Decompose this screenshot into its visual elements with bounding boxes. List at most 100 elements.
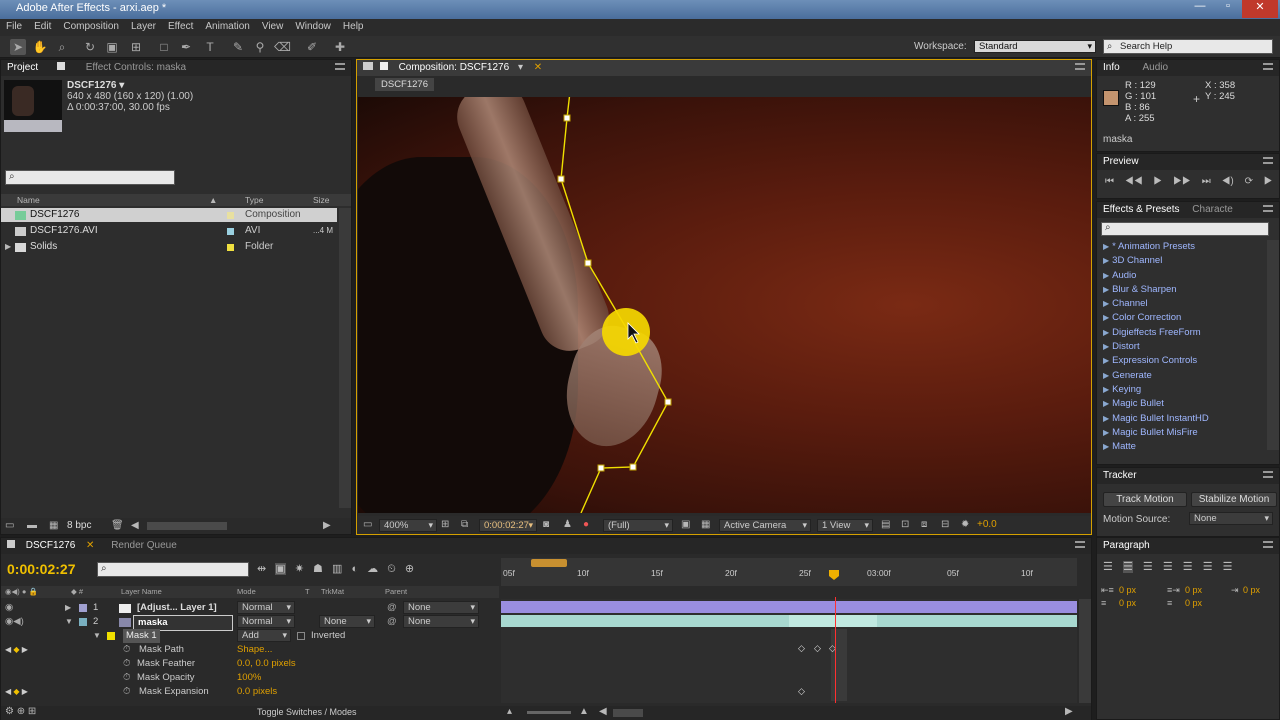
workspace-dropdown[interactable]: Standard — [974, 40, 1096, 53]
mask-name[interactable]: Mask 1 — [123, 629, 160, 643]
effects-category[interactable]: ▶ Blur & Sharpen — [1097, 283, 1265, 297]
panel-menu-icon[interactable] — [1075, 541, 1085, 548]
mask-mode-dropdown[interactable]: Add — [237, 629, 291, 642]
col-t[interactable]: T — [305, 586, 310, 598]
audio-icon[interactable]: ◀) — [1222, 176, 1234, 187]
timecode-display[interactable]: 0:00:02:27 — [479, 519, 537, 532]
effects-category[interactable]: ▶ Distort — [1097, 340, 1265, 354]
last-frame-icon[interactable]: ⏭ — [1202, 176, 1211, 187]
tab-render-queue[interactable]: Render Queue — [111, 540, 177, 551]
mask-property-row[interactable]: ◀ ◆ ▶ ⏱ Mask Path Shape... — [1, 643, 499, 657]
scroll-right-icon[interactable]: ▶ — [323, 520, 331, 531]
effects-category[interactable]: ▶ Expression Controls — [1097, 354, 1265, 368]
project-item[interactable]: DSCF1276.AVI AVI ...4 M — [1, 224, 337, 238]
label-color-icon[interactable] — [227, 244, 234, 251]
view-layout-dropdown[interactable]: 1 View — [817, 519, 873, 532]
interpret-footage-icon[interactable]: ▭ — [5, 520, 14, 531]
visibility-icon[interactable]: ◉◀) — [5, 615, 24, 629]
rectangle-tool-icon[interactable]: □ — [156, 39, 172, 55]
camera-tool-icon[interactable]: ▣ — [104, 39, 120, 55]
bpc-label[interactable]: 8 bpc — [67, 520, 91, 531]
pan-behind-tool-icon[interactable]: ⊞ — [128, 39, 144, 55]
mask-property-row[interactable]: ⏱ Mask Feather 0.0, 0.0 pixels — [1, 657, 499, 671]
expand-icon[interactable]: ▶ — [1103, 313, 1109, 322]
expand-icon[interactable]: ▶ — [1103, 256, 1109, 265]
expand-icon[interactable]: ▶ — [1103, 385, 1109, 394]
stopwatch-icon[interactable]: ⏱ — [123, 643, 130, 657]
pickwhip-icon[interactable]: @ — [387, 601, 397, 615]
stabilize-motion-button[interactable]: Stabilize Motion — [1191, 492, 1277, 507]
mask-property-row[interactable]: ◀ ◆ ▶ ⏱ Mask Expansion 0.0 pixels — [1, 685, 499, 699]
brush-tool-icon[interactable]: ✎ — [230, 39, 246, 55]
loop-icon[interactable]: ⟳ — [1245, 176, 1253, 187]
frame-blending-icon[interactable]: ▥ — [332, 563, 342, 575]
horizontal-scroll-thumb[interactable] — [613, 709, 643, 717]
expand-icon[interactable]: ▶ — [1103, 442, 1109, 450]
timeline-search-input[interactable]: ⌕ — [97, 562, 249, 577]
clone-stamp-tool-icon[interactable]: ⚲ — [252, 39, 268, 55]
scroll-right-icon[interactable]: ▶ — [1065, 706, 1073, 717]
panel-menu-icon[interactable] — [1263, 63, 1273, 70]
type-tool-icon[interactable]: T — [202, 39, 218, 55]
footer-icons[interactable]: ⚙ ⊕ ⊞ — [5, 706, 36, 717]
col-mode[interactable]: Mode — [237, 586, 256, 598]
effects-category[interactable]: ▶ Digieffects FreeForm — [1097, 326, 1265, 340]
work-area-start[interactable] — [531, 559, 567, 567]
expand-icon[interactable]: ▶ — [65, 601, 71, 615]
region-icon[interactable]: ⧉ — [461, 519, 468, 530]
property-value[interactable]: Shape... — [237, 643, 272, 657]
inverted-checkbox[interactable] — [297, 632, 305, 640]
expand-icon[interactable]: ▶ — [1103, 428, 1109, 437]
effects-category[interactable]: ▶ Magic Bullet — [1097, 397, 1265, 411]
layer-bar-1[interactable] — [501, 601, 1077, 613]
effects-category[interactable]: ▶ Channel — [1097, 297, 1265, 311]
play-icon[interactable]: ▶ — [1153, 176, 1162, 187]
eraser-tool-icon[interactable]: ⌫ — [274, 39, 291, 55]
label-color-icon[interactable] — [227, 212, 234, 219]
col-size[interactable]: Size — [313, 194, 330, 206]
stopwatch-icon[interactable]: ⏱ — [123, 685, 130, 699]
panel-menu-icon[interactable] — [1263, 541, 1273, 548]
roto-brush-tool-icon[interactable]: ✐ — [304, 39, 320, 55]
project-scrollbar[interactable] — [339, 208, 351, 508]
effects-category[interactable]: ▶ Generate — [1097, 369, 1265, 383]
visibility-icon[interactable]: ◉ — [5, 601, 13, 615]
property-value[interactable]: 100% — [237, 671, 261, 685]
scroll-left-icon[interactable]: ◀ — [131, 520, 139, 531]
zoom-dropdown[interactable]: 400% — [379, 519, 437, 532]
effects-scrollbar[interactable] — [1267, 240, 1279, 450]
color-channel-icon[interactable]: ● — [583, 519, 589, 530]
current-time-display[interactable]: 0:00:02:27 — [7, 561, 76, 577]
menu-item-effect[interactable]: Effect — [162, 19, 199, 32]
scroll-left-icon[interactable]: ◀ — [599, 706, 607, 717]
minimize-button[interactable]: — — [1186, 0, 1214, 18]
project-search-input[interactable]: ⌕ — [5, 170, 175, 185]
auto-keyframe-icon[interactable]: ⊕ — [405, 563, 414, 575]
effects-category[interactable]: ▶ Color Correction — [1097, 311, 1265, 325]
timeline-tracks[interactable]: ◇ ◇ ◇ ◇ — [501, 597, 1077, 703]
expand-icon[interactable]: ▶ — [1103, 328, 1109, 337]
panel-menu-icon[interactable] — [1263, 205, 1273, 212]
hand-tool-icon[interactable]: ✋ — [32, 39, 48, 55]
layer-name[interactable]: [Adjust... Layer 1] — [137, 601, 217, 615]
transparency-grid-icon[interactable]: ▦ — [701, 519, 710, 530]
parent-dropdown[interactable]: None — [403, 601, 479, 614]
tab-composition[interactable]: Composition: DSCF1276 — [399, 62, 510, 73]
new-comp-icon[interactable]: ▦ — [49, 520, 58, 531]
draft-3d-icon[interactable]: ✷ — [295, 563, 304, 575]
panel-menu-icon[interactable] — [1075, 63, 1085, 70]
motion-source-dropdown[interactable]: None — [1189, 512, 1273, 525]
space-before-value[interactable]: 0 px — [1119, 597, 1136, 610]
selection-tool-icon[interactable]: ➤ — [10, 39, 26, 55]
panel-menu-icon[interactable] — [335, 63, 345, 70]
tab-paragraph[interactable]: Paragraph — [1103, 540, 1150, 551]
zoom-tool-icon[interactable]: ⌕ — [54, 39, 70, 55]
justify-center-icon[interactable]: ☰ — [1183, 561, 1193, 573]
exposure-icon[interactable]: ✹ — [961, 519, 969, 530]
zoom-out-icon[interactable]: ▴ — [507, 706, 512, 717]
layer-mode-dropdown[interactable]: Normal — [237, 615, 295, 628]
label-color-icon[interactable] — [79, 604, 87, 612]
keyframe-navigator-icon[interactable]: ◀ ◆ ▶ — [5, 685, 28, 699]
toggle-switches-modes[interactable]: Toggle Switches / Modes — [257, 707, 357, 717]
property-value[interactable]: 0.0, 0.0 pixels — [237, 657, 296, 671]
